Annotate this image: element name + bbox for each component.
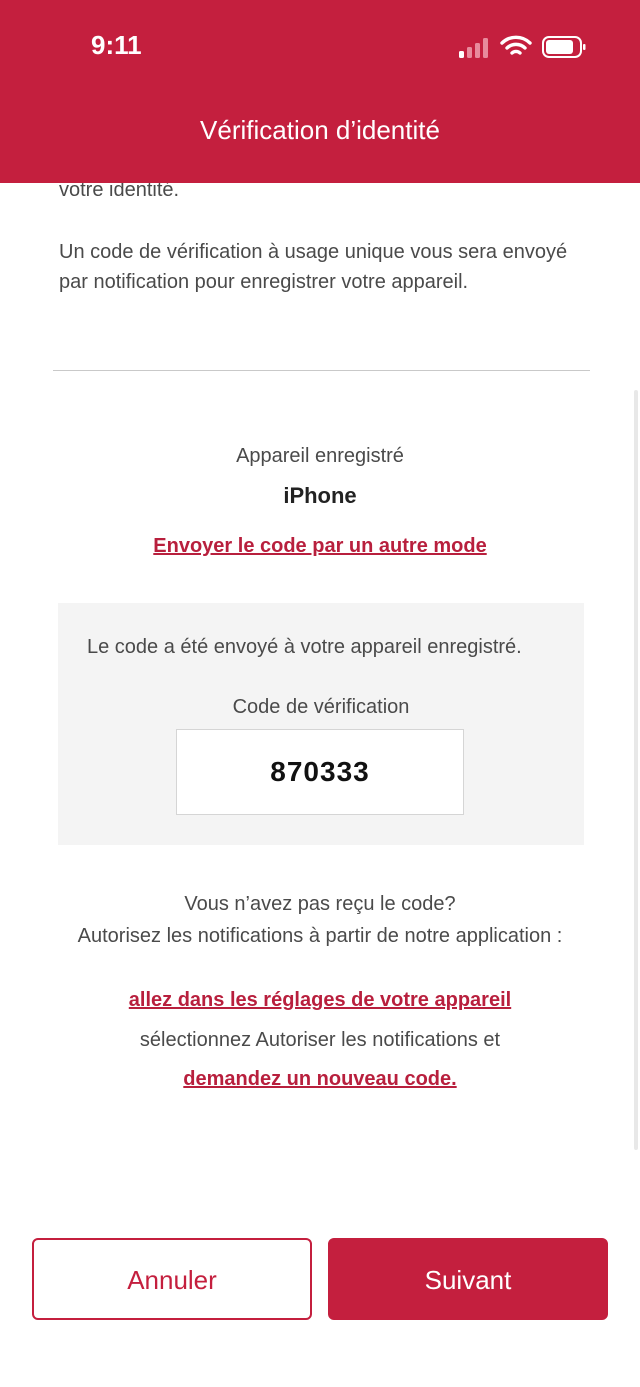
cellular-signal-icon: [459, 36, 491, 58]
other-mode-container: Envoyer le code par un autre mode: [0, 535, 640, 558]
scrollbar[interactable]: [634, 390, 638, 1150]
app-header: 9:11 Vérification d’identité: [0, 0, 640, 183]
verification-code-input[interactable]: 870333: [176, 729, 464, 815]
settings-link-container: allez dans les réglages de votre apparei…: [0, 989, 640, 1012]
help-allow-notifications: Autorisez les notifications à partir de …: [77, 925, 563, 947]
status-time: 9:11: [91, 30, 142, 60]
help-select-allow: sélectionnez Autoriser les notifications…: [139, 1029, 501, 1051]
send-code-other-mode-link[interactable]: Envoyer le code par un autre mode: [153, 535, 486, 557]
code-sent-message: Le code a été envoyé à votre appareil en…: [87, 636, 522, 658]
scroll-content: votre identité. Un code de vérification …: [0, 0, 640, 1387]
intro-paragraph: Un code de vérification à usage unique v…: [59, 241, 568, 293]
divider: [53, 370, 590, 371]
battery-icon: [542, 36, 586, 58]
registered-device-name: iPhone: [283, 483, 357, 508]
help-not-received: Vous n’avez pas reçu le code?: [184, 893, 456, 915]
registered-device-label: Appareil enregistré: [236, 445, 404, 467]
page-title: Vérification d’identité: [200, 115, 440, 145]
wifi-icon: [500, 35, 532, 55]
device-settings-link[interactable]: allez dans les réglages de votre apparei…: [129, 989, 511, 1011]
cancel-button[interactable]: Annuler: [32, 1238, 312, 1320]
next-button[interactable]: Suivant: [328, 1238, 608, 1320]
new-code-link-container: demandez un nouveau code.: [0, 1068, 640, 1091]
request-new-code-link[interactable]: demandez un nouveau code.: [183, 1068, 456, 1090]
code-panel: Le code a été envoyé à votre appareil en…: [58, 603, 584, 845]
verification-code-label: Code de vérification: [232, 696, 410, 718]
